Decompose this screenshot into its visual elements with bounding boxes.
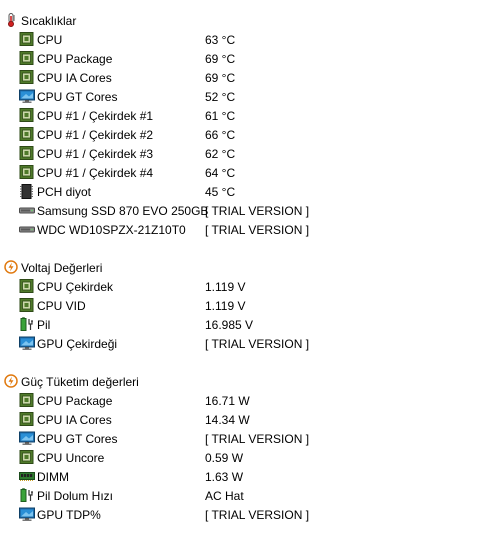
sensor-value: [ TRIAL VERSION ]: [205, 432, 310, 446]
drive-icon: [19, 203, 35, 218]
sensor-label: CPU Çekirdek: [37, 280, 114, 294]
sensor-row[interactable]: PCH diyot 45 °C: [0, 182, 484, 201]
sensor-label: CPU Package: [37, 52, 113, 66]
sensor-row[interactable]: CPU GT Cores [ TRIAL VERSION ]: [0, 429, 484, 448]
sensor-label: Pil Dolum Hızı: [37, 489, 114, 503]
cpu-chip-icon: [19, 298, 35, 313]
sensor-row[interactable]: WDC WD10SPZX-21Z10T0 [ TRIAL VERSION ]: [0, 220, 484, 239]
section-title: Güç Tüketim değerleri: [21, 375, 139, 389]
sensor-value: [ TRIAL VERSION ]: [205, 204, 310, 218]
cpu-chip-icon: [19, 32, 35, 47]
section-title: Voltaj Değerleri: [21, 261, 103, 275]
sensor-label: CPU GT Cores: [37, 90, 118, 104]
sensor-label: CPU GT Cores: [37, 432, 118, 446]
sensor-label: CPU Package: [37, 394, 113, 408]
sensor-label: CPU: [37, 33, 63, 47]
voltage-icon: [4, 260, 18, 274]
monitor-icon: [19, 431, 35, 446]
sensor-value: [ TRIAL VERSION ]: [205, 508, 310, 522]
sensor-row[interactable]: CPU Uncore 0.59 W: [0, 448, 484, 467]
sensor-value: [ TRIAL VERSION ]: [205, 223, 310, 237]
sensor-value: 69 °C: [205, 52, 236, 66]
memory-icon: [19, 469, 35, 484]
sensor-row[interactable]: GPU TDP% [ TRIAL VERSION ]: [0, 505, 484, 524]
section-header[interactable]: Sıcaklıklar: [0, 11, 484, 30]
sensor-label: CPU #1 / Çekirdek #2: [37, 128, 154, 142]
sensor-row[interactable]: CPU IA Cores 69 °C: [0, 68, 484, 87]
battery-icon: [19, 488, 35, 503]
sensor-value: AC Hat: [205, 489, 244, 503]
cpu-chip-icon: [19, 450, 35, 465]
sensor-label: GPU Çekirdeği: [37, 337, 118, 351]
cpu-chip-icon: [19, 127, 35, 142]
sensor-label: CPU #1 / Çekirdek #1: [37, 109, 154, 123]
sensor-row[interactable]: CPU #1 / Çekirdek #3 62 °C: [0, 144, 484, 163]
sensor-value: 64 °C: [205, 166, 236, 180]
sensor-row[interactable]: CPU Package 16.71 W: [0, 391, 484, 410]
sensor-label: CPU IA Cores: [37, 413, 112, 427]
sensor-label: CPU #1 / Çekirdek #4: [37, 166, 154, 180]
thermometer-icon: [4, 13, 18, 27]
sensor-label: CPU Uncore: [37, 451, 105, 465]
section-title: Sıcaklıklar: [21, 14, 77, 28]
sensor-value: 0.59 W: [205, 451, 244, 465]
power-icon: [4, 374, 18, 388]
battery-icon: [19, 317, 35, 332]
sensor-row[interactable]: CPU IA Cores 14.34 W: [0, 410, 484, 429]
sensor-label: CPU #1 / Çekirdek #3: [37, 147, 154, 161]
sensor-label: DIMM: [37, 470, 69, 484]
sensor-row[interactable]: Pil Dolum Hızı AC Hat: [0, 486, 484, 505]
sensor-label: Samsung SSD 870 EVO 250GB: [37, 204, 209, 218]
cpu-chip-icon: [19, 108, 35, 123]
sensor-row[interactable]: CPU #1 / Çekirdek #4 64 °C: [0, 163, 484, 182]
cpu-chip-icon: [19, 412, 35, 427]
sensor-value: 1.119 V: [205, 299, 246, 313]
sensor-row[interactable]: Pil 16.985 V: [0, 315, 484, 334]
sensor-label: PCH diyot: [37, 185, 92, 199]
sensor-value: 16.985 V: [205, 318, 254, 332]
sensor-value: 66 °C: [205, 128, 236, 142]
monitor-icon: [19, 336, 35, 351]
sensor-value: 61 °C: [205, 109, 236, 123]
sensor-value: 1.119 V: [205, 280, 246, 294]
sensor-row[interactable]: GPU Çekirdeği [ TRIAL VERSION ]: [0, 334, 484, 353]
sensor-value: 52 °C: [205, 90, 236, 104]
sensor-value: 62 °C: [205, 147, 236, 161]
sensor-row[interactable]: CPU Çekirdek 1.119 V: [0, 277, 484, 296]
sensor-row[interactable]: CPU Package 69 °C: [0, 49, 484, 68]
sensor-value: 16.71 W: [205, 394, 250, 408]
section-header[interactable]: Güç Tüketim değerleri: [0, 372, 484, 391]
sensor-value: 45 °C: [205, 185, 236, 199]
drive-icon: [19, 222, 35, 237]
sensor-row[interactable]: CPU #1 / Çekirdek #2 66 °C: [0, 125, 484, 144]
cpu-chip-icon: [19, 51, 35, 66]
sensor-value: [ TRIAL VERSION ]: [205, 337, 310, 351]
sensor-value: 69 °C: [205, 71, 236, 85]
monitor-icon: [19, 89, 35, 104]
cpu-chip-icon: [19, 146, 35, 161]
section-header[interactable]: Voltaj Değerleri: [0, 258, 484, 277]
sensor-row[interactable]: Samsung SSD 870 EVO 250GB[ TRIAL VERSION…: [0, 201, 484, 220]
chipset-icon: [19, 184, 35, 199]
sensor-label: CPU IA Cores: [37, 71, 112, 85]
cpu-chip-icon: [19, 165, 35, 180]
sensor-row[interactable]: CPU 63 °C: [0, 30, 484, 49]
sensor-label: GPU TDP%: [37, 508, 101, 522]
sensor-row[interactable]: CPU VID 1.119 V: [0, 296, 484, 315]
sensor-value: 14.34 W: [205, 413, 250, 427]
cpu-chip-icon: [19, 393, 35, 408]
sensor-label: WDC WD10SPZX-21Z10T0: [37, 223, 186, 237]
sensor-row[interactable]: CPU #1 / Çekirdek #1 61 °C: [0, 106, 484, 125]
sensor-value: 63 °C: [205, 33, 236, 47]
cpu-chip-icon: [19, 70, 35, 85]
sensor-value: 1.63 W: [205, 470, 244, 484]
cpu-chip-icon: [19, 279, 35, 294]
sensor-row[interactable]: DIMM 1.63 W: [0, 467, 484, 486]
monitor-icon: [19, 507, 35, 522]
sensor-row[interactable]: CPU GT Cores 52 °C: [0, 87, 484, 106]
sensor-label: Pil: [37, 318, 51, 332]
sensor-label: CPU VID: [37, 299, 86, 313]
